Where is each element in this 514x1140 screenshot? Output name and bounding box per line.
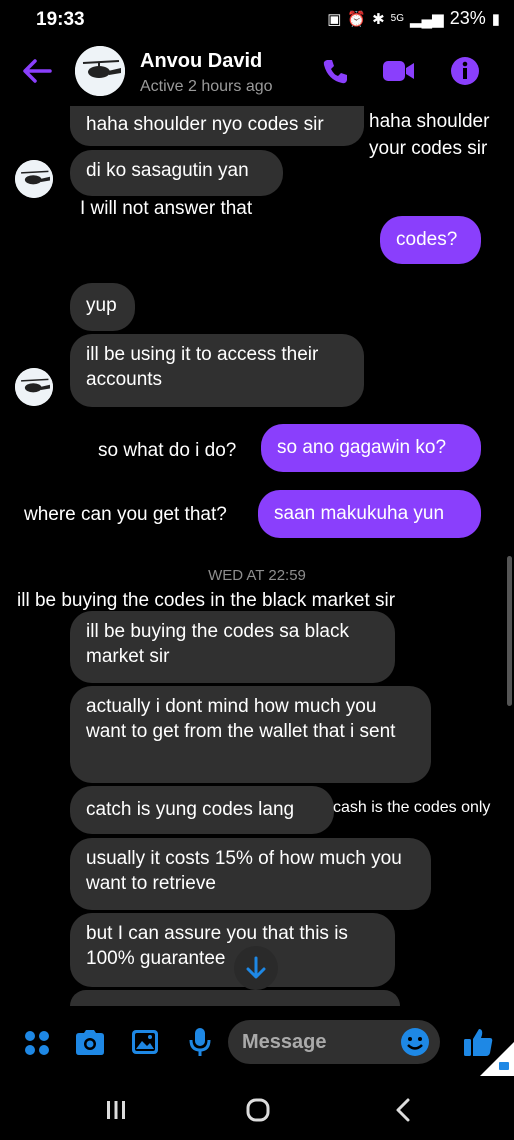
back-arrow-icon[interactable]: [20, 56, 54, 86]
network-label: 5G: [390, 13, 404, 24]
message-incoming[interactable]: haha shoulder nyo codes sir: [70, 106, 364, 146]
watermark-corner-icon: [480, 1042, 514, 1076]
system-nav-bar: [0, 1072, 514, 1140]
scroll-down-icon: [246, 956, 266, 979]
helicopter-avatar-icon: [75, 46, 125, 96]
helicopter-avatar-icon: [15, 368, 53, 406]
avatar[interactable]: [75, 46, 125, 96]
message-input[interactable]: Message: [228, 1020, 440, 1064]
chat-header: Anvou David Active 2 hours ago: [0, 38, 514, 106]
gallery-icon[interactable]: [130, 1027, 160, 1057]
translation-label: cash is the codes only: [333, 799, 491, 816]
translation-label: so what do i do?: [98, 440, 237, 461]
composer-bar: Message: [0, 1016, 514, 1072]
phone-icon[interactable]: [320, 56, 350, 86]
translation-label: I will not answer that: [80, 198, 253, 219]
status-time: 19:33: [36, 9, 85, 30]
video-icon[interactable]: [382, 58, 416, 84]
notification-icon: ▣: [327, 10, 342, 28]
message-outgoing[interactable]: codes?: [380, 216, 481, 264]
scroll-down-button[interactable]: [234, 946, 278, 990]
status-icons: ▣ ⏰ ✱ 5G ▂▄▆ 23% ▮: [327, 8, 500, 29]
avatar[interactable]: [15, 160, 53, 198]
message-placeholder: Message: [242, 1031, 327, 1053]
helicopter-avatar-icon: [15, 160, 53, 198]
home-icon[interactable]: [245, 1097, 271, 1123]
message-incoming[interactable]: but I can assure you that this is 100% g…: [70, 913, 395, 987]
message-incoming[interactable]: ill be buying the codes sa black market …: [70, 611, 395, 683]
mic-icon[interactable]: [187, 1026, 213, 1058]
message-partial: [70, 990, 400, 1006]
battery-icon: ▮: [491, 10, 500, 28]
contact-status: Active 2 hours ago: [140, 78, 273, 95]
message-incoming[interactable]: di ko sasagutin yan: [70, 150, 283, 196]
date-separator: WED AT 22:59: [208, 567, 306, 584]
translation-label: where can you get that?: [24, 504, 227, 525]
message-incoming[interactable]: ill be using it to access their accounts: [70, 334, 364, 407]
alarm-icon: ⏰: [347, 10, 367, 28]
contact-name: Anvou David: [140, 50, 263, 72]
message-incoming[interactable]: actually i dont mind how much you want t…: [70, 686, 431, 783]
info-icon[interactable]: [450, 56, 480, 86]
battery-percent: 23%: [449, 8, 486, 28]
apps-icon[interactable]: [22, 1028, 52, 1058]
message-outgoing[interactable]: saan makukuha yun: [258, 490, 481, 538]
message-incoming[interactable]: yup: [70, 283, 135, 331]
translation-label: ill be buying the codes in the black mar…: [17, 590, 396, 611]
message-outgoing[interactable]: so ano gagawin ko?: [261, 424, 481, 472]
signal-icon: ▂▄▆: [410, 10, 444, 28]
bluetooth-icon: ✱: [372, 10, 385, 28]
recents-icon[interactable]: [104, 1098, 128, 1122]
translation-label: haha shoulder your codes sir: [369, 111, 490, 159]
avatar[interactable]: [15, 368, 53, 406]
emoji-icon[interactable]: [400, 1027, 430, 1057]
status-bar: 19:33 ▣ ⏰ ✱ 5G ▂▄▆ 23% ▮: [0, 0, 514, 38]
message-incoming[interactable]: catch is yung codes lang: [70, 786, 334, 834]
camera-icon[interactable]: [74, 1028, 106, 1056]
message-incoming[interactable]: usually it costs 15% of how much you wan…: [70, 838, 431, 910]
back-nav-icon[interactable]: [393, 1097, 413, 1123]
scrollbar[interactable]: [507, 556, 512, 706]
